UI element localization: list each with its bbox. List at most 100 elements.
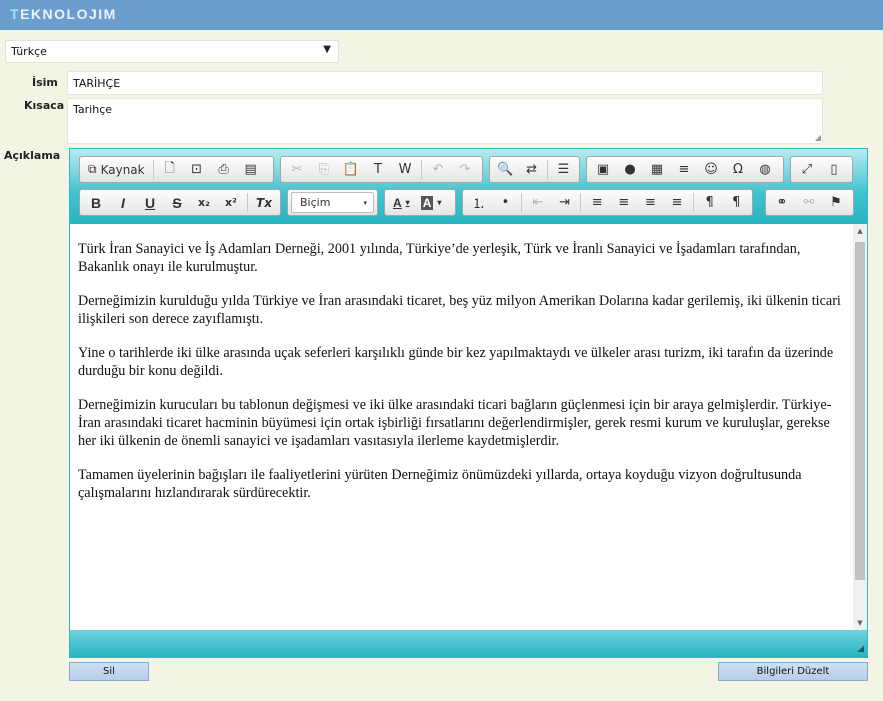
table-button[interactable]: ▦ — [644, 158, 670, 181]
italic-button[interactable]: I — [110, 191, 136, 214]
toolbar-group-basicstyles: B I U S x₂ x² Tx — [79, 189, 281, 216]
unlink-button[interactable]: ⚯ — [796, 191, 822, 214]
background-color-button[interactable]: A ▾ — [416, 191, 447, 214]
save-button[interactable]: Bilgileri Düzelt — [718, 662, 868, 681]
short-textarea[interactable]: Tarihçe ◢ — [67, 98, 823, 144]
anchor-button[interactable]: ⚑ — [823, 191, 849, 214]
toolbar-group-editing: 🔍 ⇄ ☰ — [489, 156, 580, 183]
show-blocks-icon: ▯ — [830, 162, 838, 177]
omega-icon: Ω — [733, 162, 743, 177]
templates-icon: ▤ — [244, 162, 257, 177]
text-color-button[interactable]: A ▾ — [388, 191, 415, 214]
name-label: İsim — [32, 76, 58, 89]
redo-button[interactable]: ↷ — [452, 158, 478, 181]
remove-format-button[interactable]: Tx — [251, 191, 277, 214]
toolbar-separator — [547, 160, 548, 179]
toolbar-separator — [692, 193, 694, 212]
flash-button[interactable]: ● — [617, 158, 643, 181]
paste-button[interactable]: 📋 — [338, 158, 364, 181]
superscript-button[interactable]: x² — [218, 191, 244, 214]
horizontal-line-button[interactable]: ≡ — [671, 158, 697, 181]
language-select-value: Türkçe — [11, 45, 47, 58]
find-icon: 🔍 — [497, 162, 514, 177]
content-paragraph: Yine o tarihlerde iki ülke arasında uçak… — [78, 345, 834, 379]
justify-button[interactable]: ≡ — [664, 191, 690, 214]
rtl-icon: ¶ — [732, 195, 741, 210]
toolbar-separator — [152, 160, 154, 179]
ltr-button[interactable]: ¶ — [697, 191, 723, 214]
brand-logo: TEKNOLOJIM — [10, 6, 117, 22]
align-left-icon: ≡ — [591, 195, 603, 210]
toolbar-group-tools: ⤢ ▯ — [790, 156, 853, 183]
print-button[interactable]: ⎙ — [211, 158, 237, 181]
preview-button[interactable]: ⊡ — [184, 158, 210, 181]
cut-icon: ✂ — [291, 162, 303, 177]
align-center-button[interactable]: ≡ — [611, 191, 637, 214]
textarea-resize-icon[interactable]: ◢ — [815, 134, 821, 142]
replace-button[interactable]: ⇄ — [519, 158, 544, 181]
scroll-up-icon[interactable]: ▲ — [853, 224, 867, 238]
strike-icon: S — [172, 194, 182, 211]
editor-scrollbar[interactable]: ▲ ▼ — [853, 224, 867, 630]
name-input-value: TARİHÇE — [73, 77, 121, 90]
rtl-button[interactable]: ¶ — [723, 191, 749, 214]
strike-button[interactable]: S — [164, 191, 190, 214]
outdent-button[interactable]: ⇤ — [525, 191, 551, 214]
source-button-label: Kaynak — [100, 162, 145, 177]
format-combo[interactable]: Biçim ▾ — [291, 192, 374, 213]
paste-word-icon: W — [398, 162, 412, 177]
source-button[interactable]: ⧉ Kaynak — [83, 158, 150, 181]
new-page-button[interactable]: 🗋 — [157, 158, 183, 181]
align-right-button[interactable]: ≡ — [638, 191, 664, 214]
replace-icon: ⇄ — [526, 162, 537, 177]
select-all-button[interactable]: ☰ — [551, 158, 576, 181]
templates-button[interactable]: ▤ — [238, 158, 264, 181]
cut-button[interactable]: ✂ — [284, 158, 310, 181]
print-icon: ⎙ — [218, 162, 229, 177]
align-right-icon: ≡ — [644, 195, 656, 210]
indent-button[interactable]: ⇥ — [552, 191, 578, 214]
bullet-list-icon: • — [501, 195, 510, 210]
copy-button[interactable]: ⎘ — [311, 158, 337, 181]
underline-icon: U — [144, 194, 156, 211]
name-input[interactable]: TARİHÇE — [67, 71, 823, 95]
iframe-button[interactable]: ◍ — [752, 158, 778, 181]
top-bar: TEKNOLOJIM — [0, 0, 883, 30]
show-blocks-button[interactable]: ▯ — [821, 158, 847, 181]
bullet-list-button[interactable]: • — [493, 191, 519, 214]
image-button[interactable]: ▣ — [590, 158, 616, 181]
language-select[interactable]: Türkçe ▼ — [5, 40, 339, 63]
editor-statusbar: ◢ — [70, 630, 867, 657]
maximize-button[interactable]: ⤢ — [794, 158, 820, 181]
underline-button[interactable]: U — [137, 191, 163, 214]
short-textarea-value: Tarihçe — [73, 103, 113, 116]
bold-button[interactable]: B — [83, 191, 109, 214]
flash-icon: ● — [624, 162, 636, 177]
find-button[interactable]: 🔍 — [493, 158, 518, 181]
scroll-down-icon[interactable]: ▼ — [853, 616, 867, 630]
align-left-button[interactable]: ≡ — [584, 191, 610, 214]
background-color-icon: A — [420, 195, 434, 210]
paste-word-button[interactable]: W — [392, 158, 418, 181]
redo-icon: ↷ — [459, 162, 471, 177]
content-paragraph: Derneğimizin kurulduğu yılda Türkiye ve … — [78, 293, 841, 327]
link-button[interactable]: ⚭ — [769, 191, 795, 214]
editor-resize-icon[interactable]: ◢ — [857, 644, 864, 654]
paste-text-icon: T — [374, 162, 382, 177]
ordered-list-button[interactable]: ⒈ — [466, 191, 492, 214]
maximize-icon: ⤢ — [801, 162, 813, 177]
align-center-icon: ≡ — [618, 195, 630, 210]
toolbar-separator — [521, 193, 523, 212]
undo-button[interactable]: ↶ — [425, 158, 451, 181]
scroll-thumb[interactable] — [855, 242, 865, 580]
delete-button[interactable]: Sil — [69, 662, 149, 681]
brand-logo-initial: T — [10, 6, 21, 22]
source-icon: ⧉ — [88, 162, 97, 176]
paste-text-button[interactable]: T — [365, 158, 391, 181]
editor-content[interactable]: Türk İran Sanayici ve İş Adamları Derneğ… — [70, 224, 853, 630]
special-char-button[interactable]: Ω — [725, 158, 751, 181]
copy-icon: ⎘ — [318, 162, 330, 177]
smiley-button[interactable]: ☺ — [698, 158, 724, 181]
subscript-button[interactable]: x₂ — [191, 191, 217, 214]
content-paragraph: Tamamen üyelerinin bağışları ile faaliye… — [78, 467, 802, 501]
